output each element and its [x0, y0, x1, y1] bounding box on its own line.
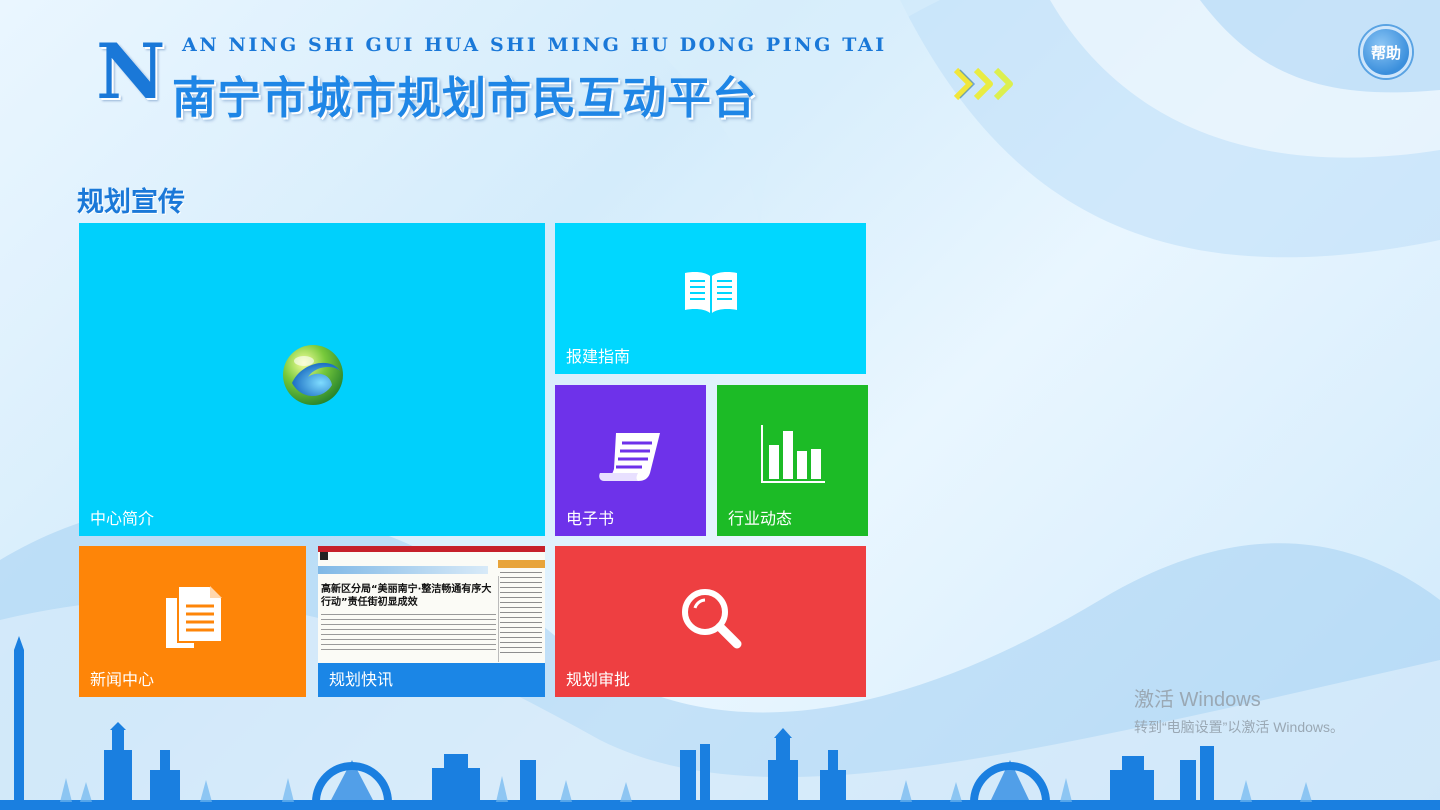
- bar-chart-icon: [761, 425, 825, 483]
- windows-activation-watermark: 激活 Windows 转到“电脑设置”以激活 Windows。: [1134, 683, 1344, 737]
- newspaper-thumbnail: 高新区分局“美丽南宁·整洁畅通有序大行动”责任街初显成效: [318, 546, 545, 663]
- tile-planning-brief[interactable]: 高新区分局“美丽南宁·整洁畅通有序大行动”责任街初显成效 规划快讯: [318, 546, 545, 697]
- watermark-line2: 转到“电脑设置”以激活 Windows。: [1134, 719, 1345, 735]
- tile-label: 新闻中心: [90, 672, 155, 689]
- tile-planning-approval[interactable]: 规划审批: [555, 546, 866, 697]
- tile-label: 中心简介: [90, 511, 155, 528]
- help-button[interactable]: 帮助: [1360, 26, 1412, 78]
- section-title: 规划宣传: [77, 187, 185, 218]
- tile-label: 规划审批: [566, 672, 631, 689]
- tile-label: 规划快讯: [329, 672, 394, 689]
- documents-icon: [166, 585, 223, 648]
- tile-news-center[interactable]: 新闻中心: [79, 546, 306, 697]
- tile-label: 行业动态: [728, 511, 793, 528]
- open-book-icon: [685, 272, 737, 313]
- app-logo: N AN NING SHI GUI HUA SHI MING HU DONG P…: [96, 27, 896, 125]
- tile-label: 电子书: [566, 511, 615, 528]
- tile-center-intro[interactable]: 中心简介: [79, 223, 545, 536]
- logo-pinyin: AN NING SHI GUI HUA SHI MING HU DONG PIN…: [182, 34, 887, 56]
- tile-ebook[interactable]: 电子书: [555, 385, 706, 536]
- scroll-document-icon: [599, 433, 660, 481]
- tile-build-guide[interactable]: 报建指南: [555, 223, 866, 374]
- magnifier-icon: [682, 589, 742, 649]
- logo-letter: N: [96, 27, 166, 116]
- tile-industry-news[interactable]: 行业动态: [717, 385, 868, 536]
- app-title: 南宁市城市规划市民互动平台: [172, 73, 757, 124]
- watermark-line1: 激活 Windows: [1134, 689, 1261, 711]
- newspaper-headline: 高新区分局“美丽南宁·整洁畅通有序大行动”责任街初显成效: [321, 584, 492, 608]
- chevrons-right-icon: [954, 67, 1013, 101]
- tile-label: 报建指南: [566, 349, 631, 366]
- globe-logo-icon: [283, 345, 343, 405]
